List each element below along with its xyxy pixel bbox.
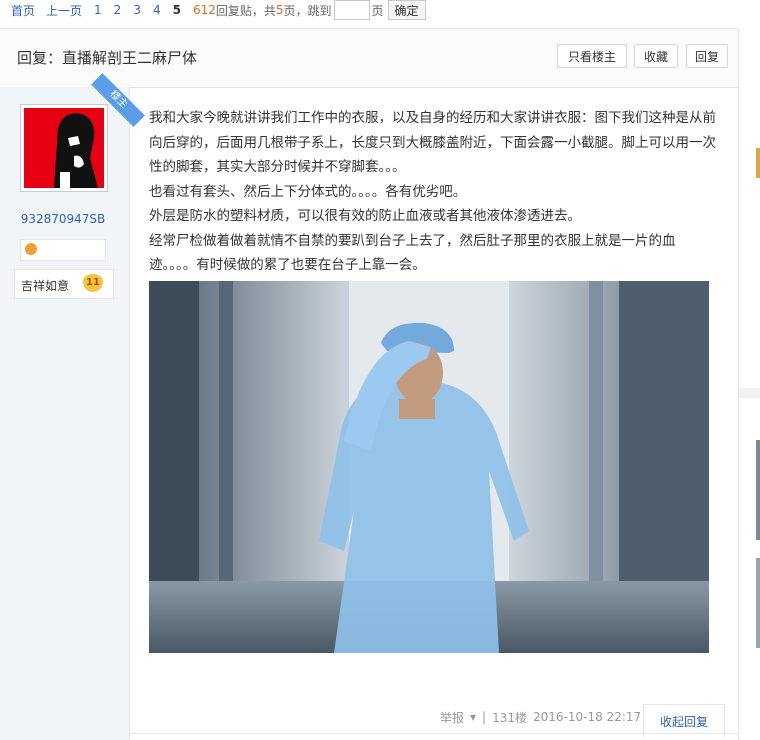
sidebar-thumbnail[interactable] bbox=[756, 148, 760, 178]
avatar-image bbox=[24, 108, 104, 188]
medal-icon[interactable] bbox=[25, 243, 37, 255]
chevron-down-icon[interactable]: ▾ bbox=[470, 710, 476, 724]
report-link[interactable]: 举报 bbox=[440, 709, 464, 726]
favorite-button[interactable]: 收藏 bbox=[634, 44, 678, 68]
sidebar-thumbnail[interactable] bbox=[756, 558, 760, 648]
username-link[interactable]: 932870947SB bbox=[0, 212, 126, 226]
post-paragraph: 外层是防水的塑料材质，可以很有效的防止血液或者其他液体渗透进去。 bbox=[149, 208, 581, 224]
sidebar-thumbnail[interactable] bbox=[756, 440, 760, 540]
page-link-4[interactable]: 4 bbox=[153, 3, 161, 17]
thread-title: 回复：直播解剖王二麻尸体 bbox=[17, 49, 198, 67]
post-paragraph: 也看过有套头、然后上下分体式的。。。。各有优劣吧。 bbox=[149, 183, 467, 200]
reply-count-label: 回复贴，共 bbox=[215, 3, 276, 18]
page-unit-label: 页 bbox=[371, 3, 384, 18]
meta-separator: | bbox=[482, 710, 487, 724]
pagination-bar: 首页 上一页 1 2 3 4 5 612 回复贴，共 5 页，跳到 页 确定 bbox=[0, 0, 760, 20]
post-content: 我和大家今晚就讲讲我们工作中的衣服，以及自身的经历和大家讲讲衣服：图下我们这种是… bbox=[149, 106, 719, 278]
post-photo[interactable] bbox=[149, 281, 709, 653]
right-sidebar bbox=[738, 28, 760, 740]
jump-label: 页，跳到 bbox=[283, 3, 332, 18]
jump-page-input[interactable] bbox=[333, 0, 370, 20]
prev-page-link[interactable]: 上一页 bbox=[46, 2, 82, 19]
level-name: 吉祥如意 bbox=[21, 279, 70, 293]
total-pages: 5 bbox=[275, 3, 284, 17]
page-link-3[interactable]: 3 bbox=[133, 3, 141, 17]
post-paragraph: 我和大家今晚就讲讲我们工作中的衣服，以及自身的经历和大家讲讲衣服：图下我们这种是… bbox=[149, 110, 716, 175]
avatar[interactable] bbox=[20, 104, 108, 192]
post-time: 2016-10-18 22:17 bbox=[533, 710, 642, 724]
current-page: 5 bbox=[172, 3, 181, 17]
author-panel: 楼主 932870947SB 吉祥如意 11 bbox=[0, 73, 145, 740]
level-row[interactable]: 吉祥如意 11 bbox=[14, 269, 114, 299]
reply-count: 612 bbox=[192, 3, 216, 17]
page-link-1[interactable]: 1 bbox=[94, 3, 102, 17]
divider bbox=[129, 733, 738, 734]
page-link-2[interactable]: 2 bbox=[114, 3, 122, 17]
level-badge-icon: 11 bbox=[83, 274, 103, 292]
post-meta: 举报 ▾ | 131楼 2016-10-18 22:17 bbox=[440, 707, 647, 727]
divider bbox=[739, 388, 760, 398]
reply-button[interactable]: 回复 bbox=[686, 44, 728, 68]
only-op-button[interactable]: 只看楼主 bbox=[557, 44, 627, 68]
badge-row bbox=[20, 239, 106, 261]
confirm-jump-button[interactable]: 确定 bbox=[387, 0, 426, 20]
first-page-link[interactable]: 首页 bbox=[11, 2, 35, 19]
post-paragraph: 经常尸检做着做着就情不自禁的要趴到台子上去了，然后肚子那里的衣服上就是一片的血迹… bbox=[149, 232, 676, 274]
thread-header: 回复：直播解剖王二麻尸体 只看楼主 收藏 回复 bbox=[0, 28, 738, 88]
floor-number: 131楼 bbox=[492, 710, 527, 725]
